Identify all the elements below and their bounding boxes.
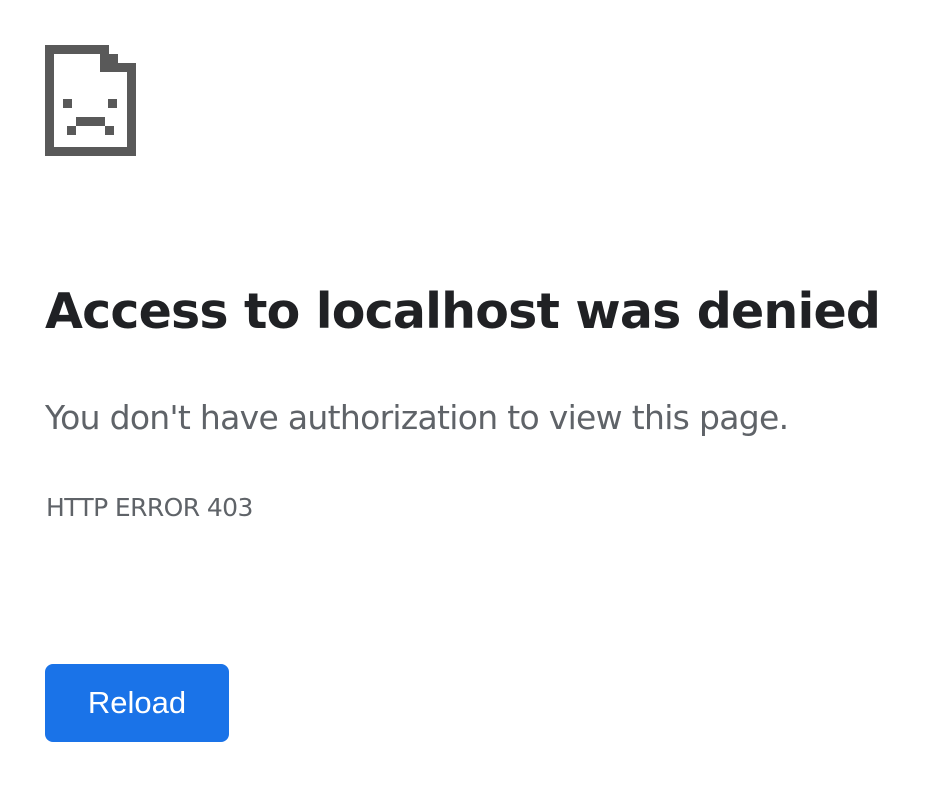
error-code: HTTP ERROR 403: [46, 493, 253, 522]
page-title: Access to localhost was denied: [45, 283, 881, 340]
error-description: You don't have authorization to view thi…: [45, 398, 789, 437]
sad-page-icon: [45, 45, 136, 156]
reload-button[interactable]: Reload: [45, 664, 229, 742]
